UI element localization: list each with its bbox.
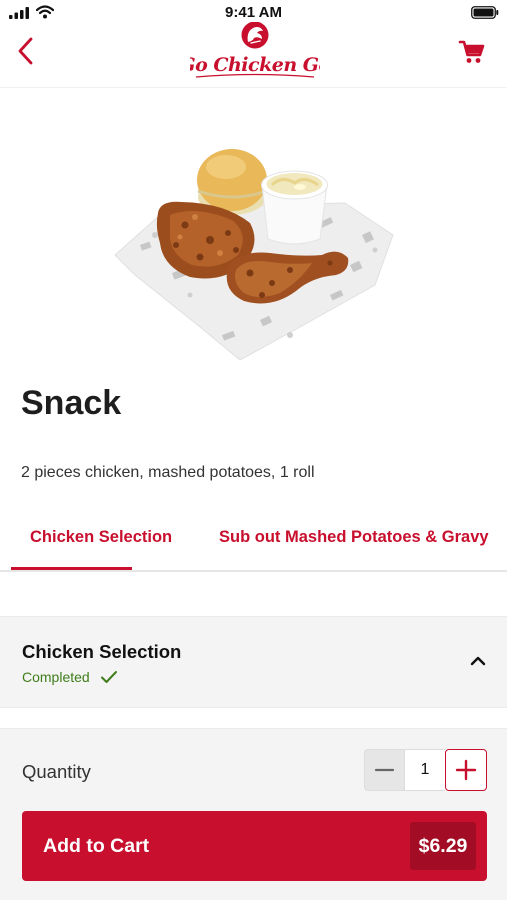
product-image [114,149,394,361]
check-icon [101,671,117,683]
add-to-cart-button[interactable]: Add to Cart $6.29 [22,811,487,881]
product-title: Snack [21,384,122,422]
increase-quantity-button[interactable] [445,749,487,791]
brand-logo[interactable]: Go Chicken Go [190,22,320,82]
plus-icon [455,759,476,780]
quantity-label: Quantity [22,761,91,782]
logo-text: Go Chicken Go [190,54,320,76]
tab-chicken-selection[interactable]: Chicken Selection [30,528,172,547]
minus-icon [374,768,395,772]
add-to-cart-label: Add to Cart [43,835,150,857]
cart-footer: Quantity 1 Add to Cart $6.29 [0,728,507,900]
section-title: Chicken Selection [22,641,182,662]
cart-icon[interactable] [458,38,486,66]
tab-sub-out-mashed-potatoes[interactable]: Sub out Mashed Potatoes & Gravy [219,528,489,547]
quantity-value[interactable]: 1 [405,749,445,791]
nav-header: Go Chicken Go [0,22,507,88]
active-tab-indicator [11,567,132,570]
price-badge: $6.29 [410,822,476,870]
section-status: Completed [22,669,90,685]
back-chevron-icon[interactable] [14,36,38,66]
chevron-up-icon[interactable] [470,655,486,667]
quantity-stepper: 1 [364,749,487,791]
decrease-quantity-button[interactable] [364,749,405,791]
status-time: 9:41 AM [225,4,282,21]
chicken-selection-section[interactable]: Chicken Selection Completed [0,616,507,708]
battery-icon [471,6,499,19]
product-description: 2 pieces chicken, mashed potatoes, 1 rol… [21,464,315,481]
option-tabs: Chicken Selection Sub out Mashed Potatoe… [0,520,507,572]
